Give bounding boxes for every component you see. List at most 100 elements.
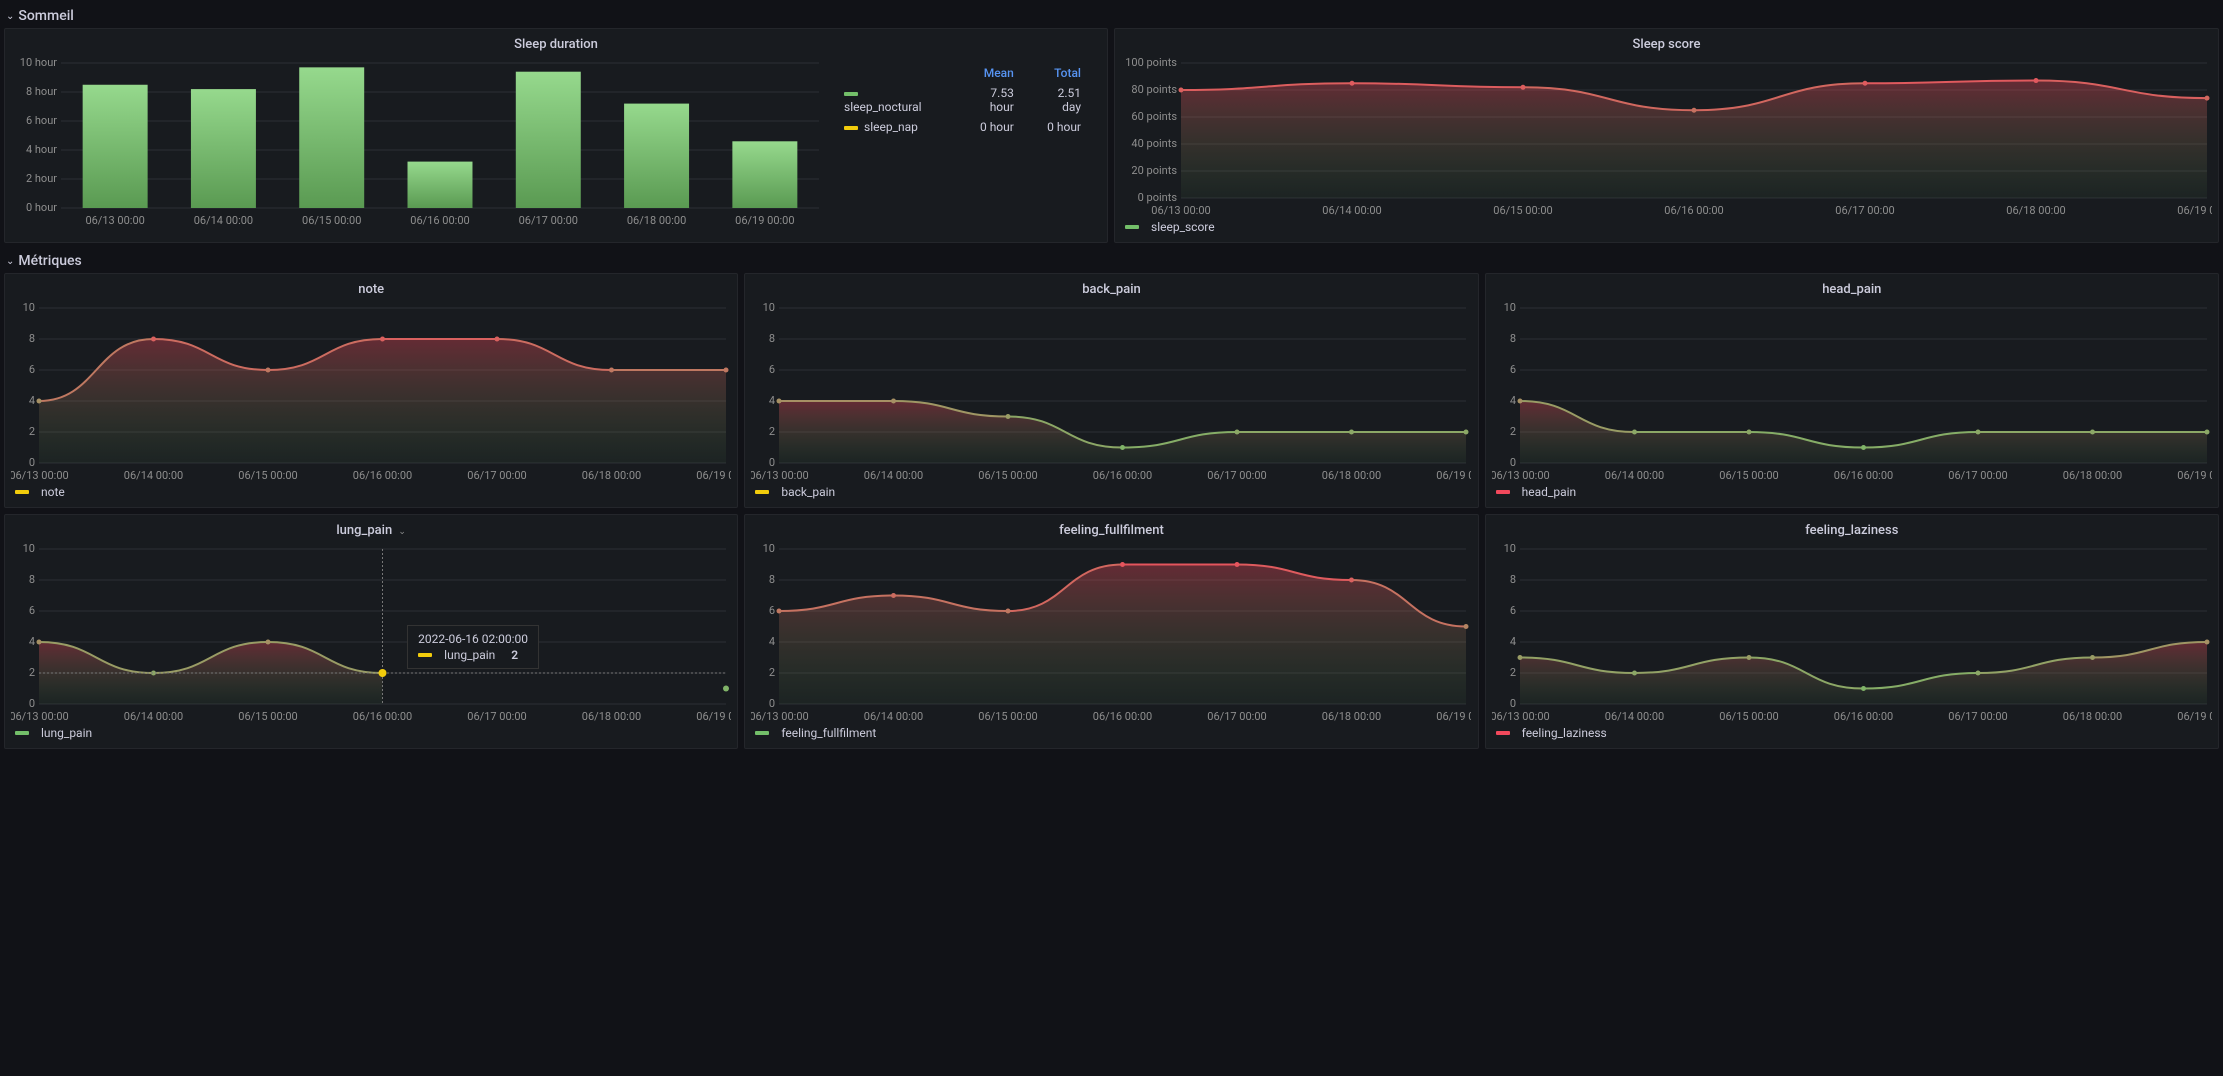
panel-back-pain[interactable]: back_pain 024681006/13 00:0006/14 00:000… [744, 273, 1478, 508]
legend-item[interactable]: note [11, 483, 731, 501]
section-title: Sommeil [18, 8, 73, 24]
svg-text:06/14 00:00: 06/14 00:00 [864, 469, 923, 482]
chart-lung-pain[interactable]: 024681006/13 00:0006/14 00:0006/15 00:00… [11, 544, 731, 724]
svg-text:06/14 00:00: 06/14 00:00 [864, 710, 923, 723]
svg-text:06/18 00:00: 06/18 00:00 [1322, 710, 1381, 723]
section-header-sommeil[interactable]: ⌄ Sommeil [4, 4, 2219, 28]
legend-row[interactable]: sleep_nap 0 hour 0 hour [834, 118, 1091, 136]
svg-text:06/13 00:00: 06/13 00:00 [11, 469, 69, 482]
legend-item[interactable]: feeling_laziness [1492, 724, 2212, 742]
svg-text:0: 0 [769, 456, 775, 469]
legend-item[interactable]: feeling_fullfilment [751, 724, 1471, 742]
svg-text:06/18 00:00: 06/18 00:00 [2062, 469, 2121, 482]
svg-text:8: 8 [29, 332, 35, 345]
svg-text:06/13 00:00: 06/13 00:00 [1151, 204, 1210, 217]
svg-text:0: 0 [1509, 697, 1515, 710]
svg-text:06/17 00:00: 06/17 00:00 [467, 710, 526, 723]
svg-text:06/18 00:00: 06/18 00:00 [1322, 469, 1381, 482]
svg-text:10: 10 [763, 303, 775, 314]
svg-text:06/15 00:00: 06/15 00:00 [1493, 204, 1552, 217]
svg-text:0: 0 [29, 697, 35, 710]
panel-title: head_pain [1492, 280, 2212, 303]
svg-text:0 points: 0 points [1138, 191, 1178, 204]
chart-note[interactable]: 024681006/13 00:0006/14 00:0006/15 00:00… [11, 303, 731, 483]
panel-lung-pain[interactable]: lung_pain ⌄ 024681006/13 00:0006/14 00:0… [4, 514, 738, 749]
chart-sleep-score[interactable]: 0 points20 points40 points60 points80 po… [1121, 58, 2212, 218]
panel-title: Sleep score [1121, 35, 2212, 58]
svg-text:6 hour: 6 hour [26, 114, 57, 127]
legend-col-total: Total [1026, 64, 1091, 82]
svg-text:10: 10 [23, 544, 35, 555]
svg-text:4: 4 [29, 635, 35, 648]
svg-text:10: 10 [23, 303, 35, 314]
svg-text:06/18 00:00: 06/18 00:00 [582, 469, 641, 482]
chevron-down-icon[interactable]: ⌄ [398, 527, 406, 537]
svg-text:06/17 00:00: 06/17 00:00 [1948, 469, 2007, 482]
chart-head-pain[interactable]: 024681006/13 00:0006/14 00:0006/15 00:00… [1492, 303, 2212, 483]
svg-text:8: 8 [1509, 332, 1515, 345]
panel-sleep-duration[interactable]: Sleep duration 0 hour2 hour4 hour6 hour8… [4, 28, 1108, 243]
chart-feeling-laziness[interactable]: 024681006/13 00:0006/14 00:0006/15 00:00… [1492, 544, 2212, 724]
svg-text:06/15 00:00: 06/15 00:00 [302, 214, 361, 227]
svg-text:2: 2 [769, 425, 775, 438]
panel-title: back_pain [751, 280, 1471, 303]
svg-text:40 points: 40 points [1131, 137, 1177, 150]
svg-text:2: 2 [1509, 425, 1515, 438]
svg-text:0: 0 [1509, 456, 1515, 469]
panel-feeling-fullfilment[interactable]: feeling_fullfilment 024681006/13 00:0006… [744, 514, 1478, 749]
svg-text:06/13 00:00: 06/13 00:00 [1492, 710, 1550, 723]
svg-text:6: 6 [769, 363, 775, 376]
legend-row[interactable]: sleep_noctural 7.53 hour 2.51 day [834, 84, 1091, 116]
legend-item[interactable]: lung_pain [11, 724, 731, 742]
svg-text:06/19 00:00: 06/19 00:00 [1437, 469, 1472, 482]
legend-item[interactable]: sleep_score [1121, 218, 2212, 236]
svg-text:06/15 00:00: 06/15 00:00 [238, 710, 297, 723]
legend-swatch [1496, 490, 1510, 494]
legend-swatch [1125, 225, 1139, 229]
svg-text:06/13 00:00: 06/13 00:00 [85, 214, 144, 227]
svg-text:06/16 00:00: 06/16 00:00 [410, 214, 469, 227]
svg-text:06/14 00:00: 06/14 00:00 [124, 710, 183, 723]
svg-text:06/13 00:00: 06/13 00:00 [751, 469, 809, 482]
svg-text:06/16 00:00: 06/16 00:00 [1833, 710, 1892, 723]
svg-text:6: 6 [29, 363, 35, 376]
svg-text:06/14 00:00: 06/14 00:00 [124, 469, 183, 482]
panel-title: Sleep duration [11, 35, 1101, 58]
svg-text:06/18 00:00: 06/18 00:00 [2006, 204, 2065, 217]
svg-text:10: 10 [763, 544, 775, 555]
legend-item[interactable]: back_pain [751, 483, 1471, 501]
svg-text:06/17 00:00: 06/17 00:00 [1208, 710, 1267, 723]
svg-text:06/19 00:00: 06/19 00:00 [1437, 710, 1472, 723]
section-header-metriques[interactable]: ⌄ Métriques [4, 249, 2219, 273]
panel-head-pain[interactable]: head_pain 024681006/13 00:0006/14 00:000… [1485, 273, 2219, 508]
svg-text:06/16 00:00: 06/16 00:00 [353, 710, 412, 723]
panel-note[interactable]: note 024681006/13 00:0006/14 00:0006/15 … [4, 273, 738, 508]
chart-feeling-fullfilment[interactable]: 024681006/13 00:0006/14 00:0006/15 00:00… [751, 544, 1471, 724]
legend-swatch [755, 490, 769, 494]
svg-text:06/16 00:00: 06/16 00:00 [1093, 469, 1152, 482]
svg-text:06/17 00:00: 06/17 00:00 [1948, 710, 2007, 723]
chart-back-pain[interactable]: 024681006/13 00:0006/14 00:0006/15 00:00… [751, 303, 1471, 483]
svg-text:06/19 00:00: 06/19 00:00 [696, 710, 731, 723]
panel-sleep-score[interactable]: Sleep score 0 points20 points40 points60… [1114, 28, 2219, 243]
svg-text:10: 10 [1503, 303, 1515, 314]
chart-sleep-duration[interactable]: 0 hour2 hour4 hour6 hour8 hour10 hour06/… [11, 58, 824, 236]
svg-text:06/15 00:00: 06/15 00:00 [979, 710, 1038, 723]
svg-text:80 points: 80 points [1131, 83, 1177, 96]
svg-text:06/16 00:00: 06/16 00:00 [1093, 710, 1152, 723]
legend-table: Mean Total sleep_noctural 7.53 hour 2.51… [824, 58, 1101, 236]
legend-item[interactable]: head_pain [1492, 483, 2212, 501]
svg-text:06/15 00:00: 06/15 00:00 [1719, 469, 1778, 482]
svg-text:06/15 00:00: 06/15 00:00 [979, 469, 1038, 482]
legend-swatch [1496, 731, 1510, 735]
svg-text:06/19 00:00: 06/19 00:00 [2177, 710, 2212, 723]
panel-feeling-laziness[interactable]: feeling_laziness 024681006/13 00:0006/14… [1485, 514, 2219, 749]
svg-text:6: 6 [1509, 604, 1515, 617]
svg-text:06/18 00:00: 06/18 00:00 [2062, 710, 2121, 723]
svg-text:6: 6 [1509, 363, 1515, 376]
svg-text:06/19 00:00: 06/19 00:00 [696, 469, 731, 482]
svg-text:10: 10 [1503, 544, 1515, 555]
svg-text:0 hour: 0 hour [26, 201, 57, 214]
svg-text:06/16 00:00: 06/16 00:00 [1833, 469, 1892, 482]
svg-text:06/18 00:00: 06/18 00:00 [582, 710, 641, 723]
